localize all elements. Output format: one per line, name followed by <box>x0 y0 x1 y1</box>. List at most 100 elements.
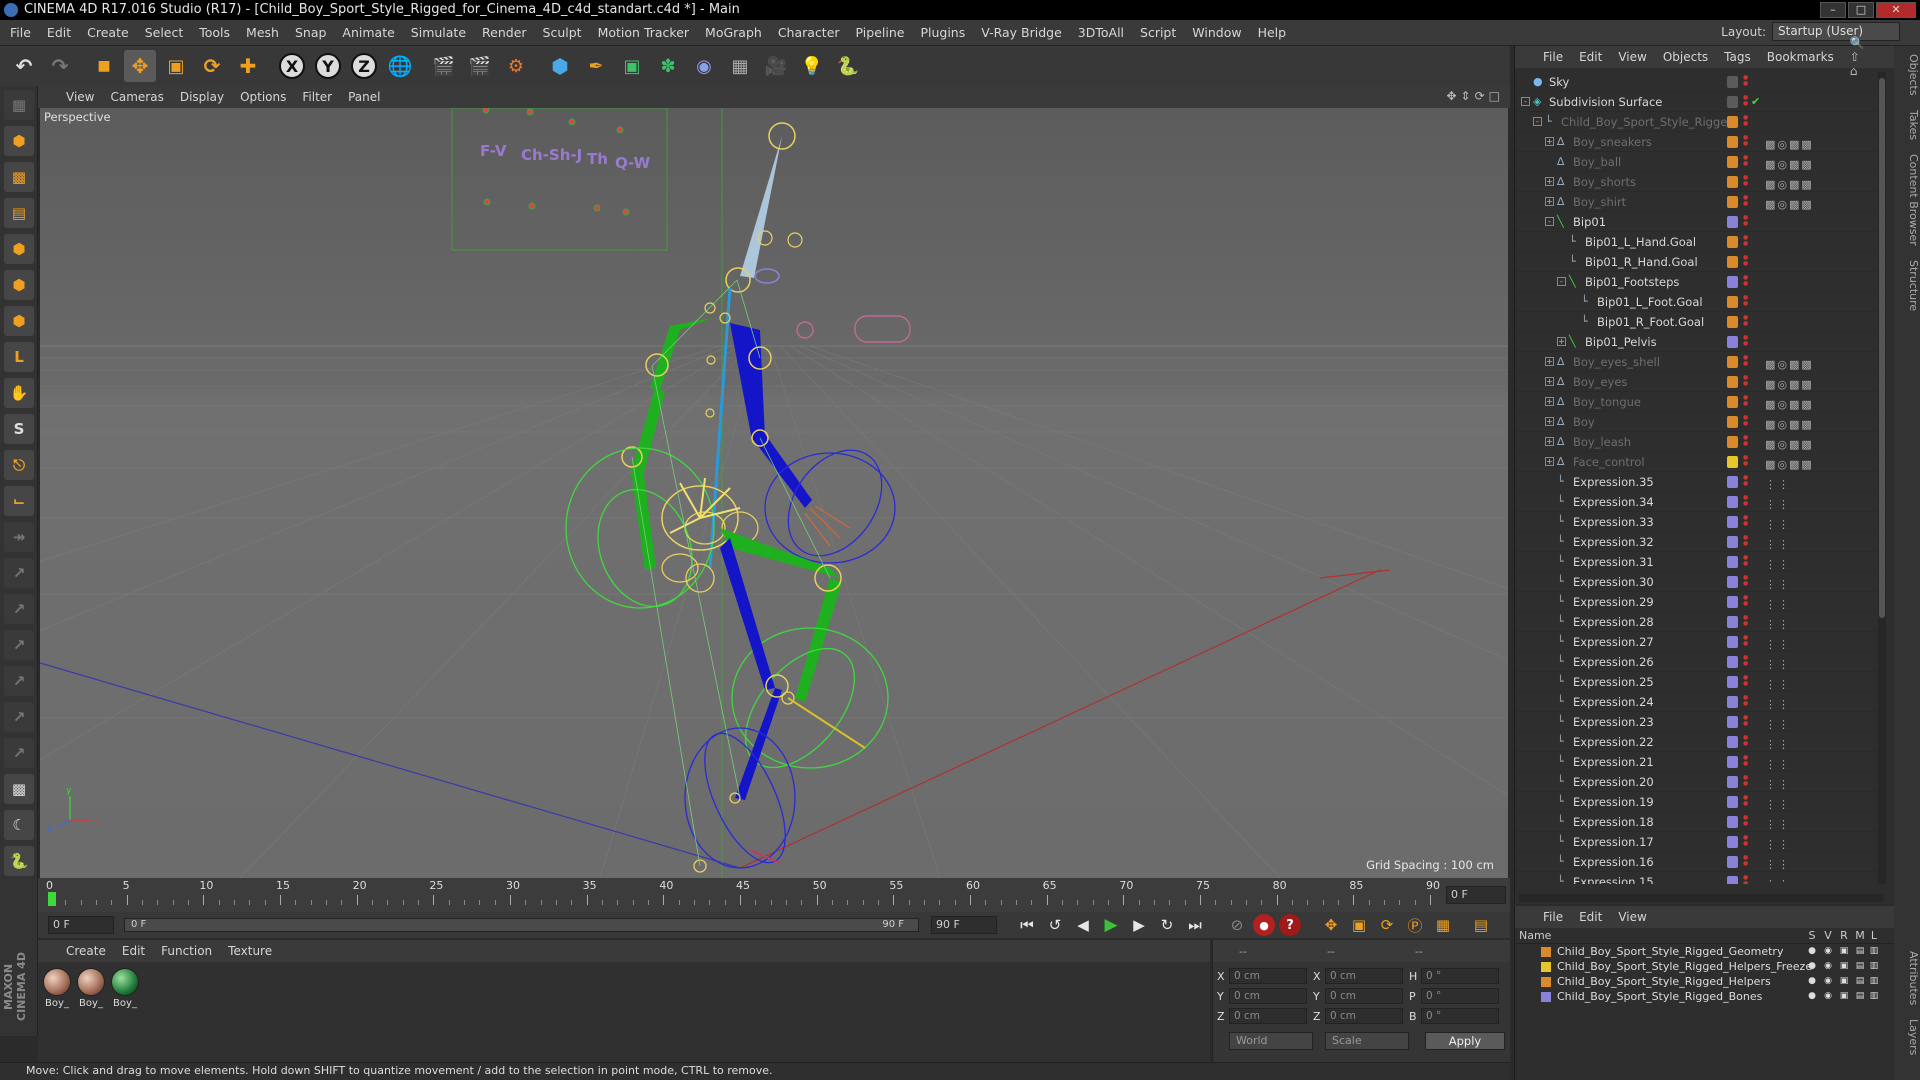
layer-color-swatch[interactable] <box>1541 962 1551 972</box>
layer-color-swatch[interactable] <box>1727 736 1738 748</box>
position-key-icon[interactable]: ✥ <box>1319 914 1343 936</box>
object-row[interactable]: └ Expression.26 ● ● ⋮⋮ <box>1515 652 1887 672</box>
object-row[interactable]: └ Expression.27 ● ● ⋮⋮ <box>1515 632 1887 652</box>
layer-color-swatch[interactable] <box>1727 796 1738 808</box>
visibility-dots-icon[interactable]: ● ● <box>1743 795 1748 807</box>
object-row[interactable]: + ∆ Boy_eyes ● ● ▩◎▩▩ <box>1515 372 1887 392</box>
object-row[interactable]: └ Bip01_L_Foot.Goal ● ● <box>1515 292 1887 312</box>
texture-mode-icon[interactable]: ▩ <box>4 162 34 192</box>
layer-color-swatch[interactable] <box>1727 816 1738 828</box>
visibility-dots-icon[interactable]: ● ● <box>1743 575 1748 587</box>
layer-color-swatch[interactable] <box>1727 276 1738 288</box>
maximize-button[interactable]: □ <box>1848 2 1874 18</box>
object-row[interactable]: └ Expression.20 ● ● ⋮⋮ <box>1515 772 1887 792</box>
layer-color-swatch[interactable] <box>1727 196 1738 208</box>
live-selection-icon[interactable]: ■ <box>88 50 120 82</box>
object-row[interactable]: + ∆ Boy_sneakers ● ● ▩◎▩▩ <box>1515 132 1887 152</box>
position-x-field[interactable]: 0 cm <box>1229 968 1307 984</box>
layer-manager-icon[interactable]: ▤ <box>1855 991 1865 1001</box>
parameter-key-icon[interactable]: Ⓟ <box>1403 914 1427 936</box>
layer-color-swatch[interactable] <box>1727 316 1738 328</box>
menu-snap[interactable]: Snap <box>295 25 326 40</box>
layer-render-icon[interactable]: ▣ <box>1839 991 1849 1001</box>
layer-color-swatch[interactable] <box>1727 116 1738 128</box>
viewport-menu-panel[interactable]: Panel <box>348 90 380 104</box>
layer-color-swatch[interactable] <box>1727 576 1738 588</box>
expand-toggle-icon[interactable]: + <box>1545 437 1554 446</box>
visibility-dots-icon[interactable]: ● ● <box>1743 135 1748 147</box>
visibility-dots-icon[interactable]: ● ● <box>1743 455 1748 467</box>
size-z-field[interactable]: 0 cm <box>1325 1008 1403 1024</box>
object-list-hscrollbar[interactable] <box>1519 894 1883 902</box>
visibility-dots-icon[interactable]: ● ● <box>1743 395 1748 407</box>
layer-color-swatch[interactable] <box>1727 716 1738 728</box>
object-row[interactable]: └ Bip01_L_Hand.Goal ● ● <box>1515 232 1887 252</box>
render-picture-viewer-icon[interactable]: 🎬 <box>464 50 496 82</box>
lm-menu-view[interactable]: View <box>1618 910 1646 924</box>
object-row[interactable]: + ∆ Boy_tongue ● ● ▩◎▩▩ <box>1515 392 1887 412</box>
go-to-end-icon[interactable]: ⏭ <box>1183 914 1207 936</box>
object-row[interactable]: + ╲ Bip01_Pelvis ● ● <box>1515 332 1887 352</box>
layer-color-swatch[interactable] <box>1727 776 1738 788</box>
undo-icon[interactable]: ↶ <box>8 50 40 82</box>
solo-icon[interactable]: S <box>4 414 34 444</box>
floor-icon[interactable]: ▦ <box>724 50 756 82</box>
array-icon[interactable]: ✽ <box>652 50 684 82</box>
object-row[interactable]: + ∆ Face_control ● ● ▩◎▩▩ <box>1515 452 1887 472</box>
material-swatch[interactable]: Boy_ <box>110 968 140 1009</box>
expand-toggle-icon[interactable]: - <box>1521 97 1530 106</box>
layer-color-swatch[interactable] <box>1727 676 1738 688</box>
visibility-dots-icon[interactable]: ● ● <box>1743 515 1748 527</box>
dock-tab-content-browser[interactable]: Content Browser <box>1894 154 1920 246</box>
viewport-menu-filter[interactable]: Filter <box>302 90 332 104</box>
layer-view-icon[interactable]: ◉ <box>1823 946 1833 956</box>
visibility-dots-icon[interactable]: ● ● <box>1743 375 1748 387</box>
enabled-check-icon[interactable]: ✔ <box>1751 92 1760 112</box>
snap-icon[interactable]: ⌙ <box>4 486 34 516</box>
visibility-dots-icon[interactable]: ● ● <box>1743 195 1748 207</box>
layer-color-swatch[interactable] <box>1727 176 1738 188</box>
play-icon[interactable]: ▶ <box>1099 914 1123 936</box>
rotate-icon[interactable]: ⟳ <box>196 50 228 82</box>
object-row[interactable]: └ Expression.35 ● ● ⋮⋮ <box>1515 472 1887 492</box>
axis-mode-icon[interactable]: L <box>4 342 34 372</box>
object-row[interactable]: └ Expression.15 ●● ⋮⋮ <box>1515 872 1887 884</box>
next-key-icon[interactable]: ↻ <box>1155 914 1179 936</box>
menu-simulate[interactable]: Simulate <box>411 25 466 40</box>
mirror-icon[interactable]: ↗ <box>4 738 34 768</box>
menu-tools[interactable]: Tools <box>199 25 230 40</box>
record-active-objects-icon[interactable]: ⊘ <box>1225 914 1249 936</box>
visibility-dots-icon[interactable]: ● ● <box>1743 275 1748 287</box>
layer-color-swatch[interactable] <box>1727 396 1738 408</box>
layer-color-swatch[interactable] <box>1727 336 1738 348</box>
visibility-dots-icon[interactable]: ● ● <box>1743 215 1748 227</box>
layer-color-swatch[interactable] <box>1727 596 1738 608</box>
layer-view-icon[interactable]: ◉ <box>1823 961 1833 971</box>
layer-color-swatch[interactable] <box>1727 536 1738 548</box>
menu-plugins[interactable]: Plugins <box>920 25 965 40</box>
object-row[interactable]: └ Expression.30 ● ● ⋮⋮ <box>1515 572 1887 592</box>
layer-color-swatch[interactable] <box>1727 656 1738 668</box>
minimize-button[interactable]: – <box>1820 2 1846 18</box>
viewport-menu-display[interactable]: Display <box>180 90 224 104</box>
layer-color-swatch[interactable] <box>1727 156 1738 168</box>
object-row[interactable]: - ◈ Subdivision Surface ● ● ✔ <box>1515 92 1887 112</box>
object-row[interactable]: └ Expression.23 ● ● ⋮⋮ <box>1515 712 1887 732</box>
object-row[interactable]: - ╲ Bip01_Footsteps ● ● <box>1515 272 1887 292</box>
previous-frame-icon[interactable]: ◀ <box>1071 914 1095 936</box>
visibility-dots-icon[interactable]: ● ● <box>1743 775 1748 787</box>
layer-manager-icon[interactable]: ▤ <box>1855 946 1865 956</box>
rotation-p-field[interactable]: 0 ° <box>1421 988 1499 1004</box>
start-frame-field[interactable]: 0 F <box>48 916 114 934</box>
playhead[interactable] <box>48 892 56 906</box>
model-mode-icon[interactable]: ⬢ <box>4 126 34 156</box>
object-tags-icon[interactable]: ⋮⋮ <box>1765 875 1791 884</box>
dock-tab-structure[interactable]: Structure <box>1894 260 1920 311</box>
rotation-h-field[interactable]: 0 ° <box>1421 968 1499 984</box>
brush-icon[interactable]: ↗ <box>4 702 34 732</box>
layer-color-swatch[interactable] <box>1727 256 1738 268</box>
object-row[interactable]: └ Expression.31 ● ● ⋮⋮ <box>1515 552 1887 572</box>
edges-mode-icon[interactable]: ⬢ <box>4 270 34 300</box>
x-axis-icon[interactable]: X <box>276 50 308 82</box>
scale-mode-dropdown[interactable]: Scale <box>1325 1032 1409 1050</box>
